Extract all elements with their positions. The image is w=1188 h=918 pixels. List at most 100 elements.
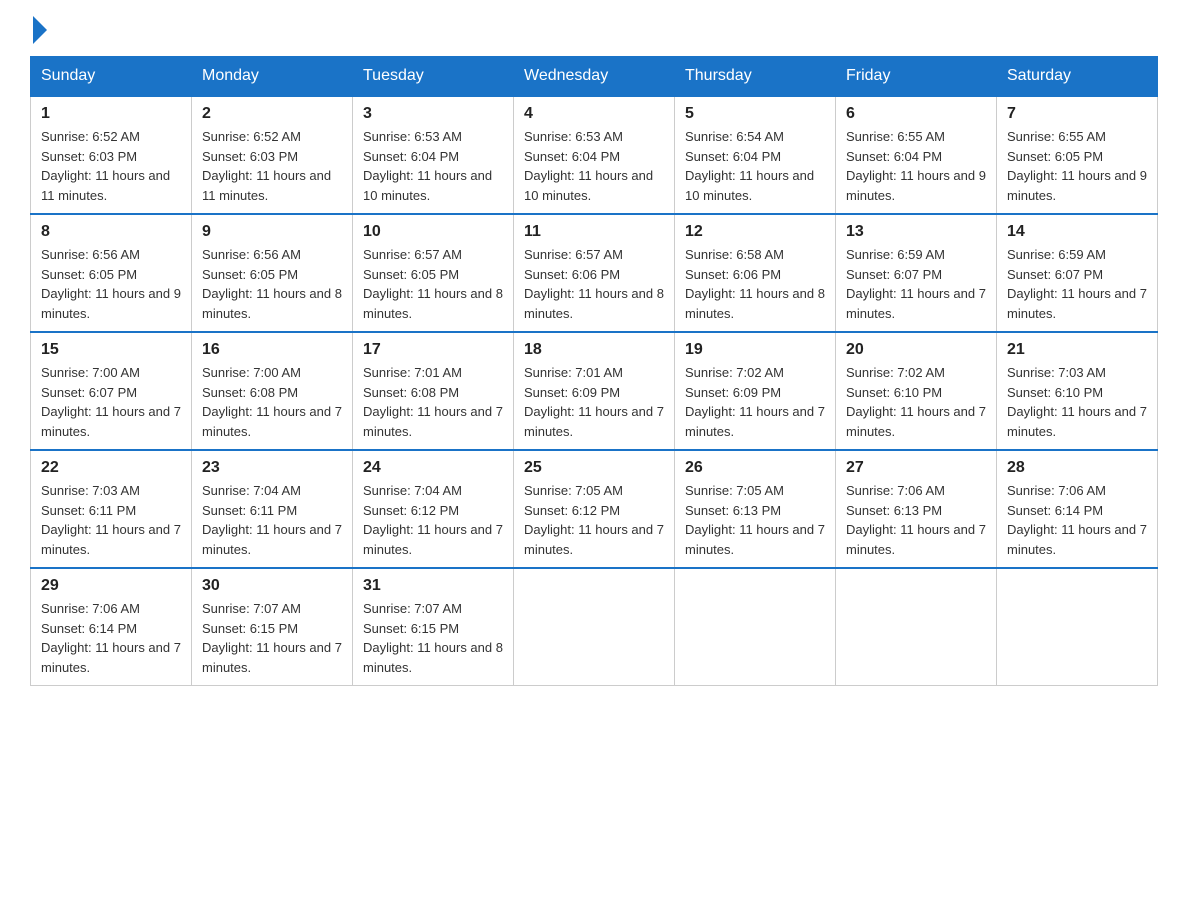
day-info: Sunrise: 6:57 AM Sunset: 6:05 PM Dayligh… [363, 245, 503, 323]
day-number: 7 [1007, 105, 1147, 123]
day-info: Sunrise: 6:55 AM Sunset: 6:05 PM Dayligh… [1007, 127, 1147, 205]
day-number: 12 [685, 223, 825, 241]
week-row-3: 15 Sunrise: 7:00 AM Sunset: 6:07 PM Dayl… [31, 332, 1158, 450]
day-number: 16 [202, 341, 342, 359]
day-info: Sunrise: 6:54 AM Sunset: 6:04 PM Dayligh… [685, 127, 825, 205]
day-number: 28 [1007, 459, 1147, 477]
day-number: 25 [524, 459, 664, 477]
day-number: 13 [846, 223, 986, 241]
calendar-cell: 2 Sunrise: 6:52 AM Sunset: 6:03 PM Dayli… [192, 96, 353, 214]
day-number: 6 [846, 105, 986, 123]
calendar-header-row: SundayMondayTuesdayWednesdayThursdayFrid… [31, 57, 1158, 97]
calendar-cell: 23 Sunrise: 7:04 AM Sunset: 6:11 PM Dayl… [192, 450, 353, 568]
calendar-cell: 4 Sunrise: 6:53 AM Sunset: 6:04 PM Dayli… [514, 96, 675, 214]
column-header-thursday: Thursday [675, 57, 836, 97]
day-info: Sunrise: 7:00 AM Sunset: 6:08 PM Dayligh… [202, 363, 342, 441]
day-info: Sunrise: 6:52 AM Sunset: 6:03 PM Dayligh… [202, 127, 342, 205]
day-number: 27 [846, 459, 986, 477]
column-header-sunday: Sunday [31, 57, 192, 97]
calendar-cell: 30 Sunrise: 7:07 AM Sunset: 6:15 PM Dayl… [192, 568, 353, 686]
calendar-cell: 28 Sunrise: 7:06 AM Sunset: 6:14 PM Dayl… [997, 450, 1158, 568]
day-number: 24 [363, 459, 503, 477]
day-info: Sunrise: 7:03 AM Sunset: 6:11 PM Dayligh… [41, 481, 181, 559]
calendar-cell: 19 Sunrise: 7:02 AM Sunset: 6:09 PM Dayl… [675, 332, 836, 450]
day-info: Sunrise: 6:55 AM Sunset: 6:04 PM Dayligh… [846, 127, 986, 205]
day-info: Sunrise: 7:00 AM Sunset: 6:07 PM Dayligh… [41, 363, 181, 441]
calendar-cell: 13 Sunrise: 6:59 AM Sunset: 6:07 PM Dayl… [836, 214, 997, 332]
calendar-cell: 5 Sunrise: 6:54 AM Sunset: 6:04 PM Dayli… [675, 96, 836, 214]
day-info: Sunrise: 7:03 AM Sunset: 6:10 PM Dayligh… [1007, 363, 1147, 441]
calendar-cell: 31 Sunrise: 7:07 AM Sunset: 6:15 PM Dayl… [353, 568, 514, 686]
day-number: 21 [1007, 341, 1147, 359]
day-info: Sunrise: 7:07 AM Sunset: 6:15 PM Dayligh… [363, 599, 503, 677]
day-info: Sunrise: 7:05 AM Sunset: 6:13 PM Dayligh… [685, 481, 825, 559]
day-info: Sunrise: 7:02 AM Sunset: 6:10 PM Dayligh… [846, 363, 986, 441]
column-header-friday: Friday [836, 57, 997, 97]
calendar-cell: 27 Sunrise: 7:06 AM Sunset: 6:13 PM Dayl… [836, 450, 997, 568]
column-header-tuesday: Tuesday [353, 57, 514, 97]
column-header-monday: Monday [192, 57, 353, 97]
day-info: Sunrise: 6:57 AM Sunset: 6:06 PM Dayligh… [524, 245, 664, 323]
day-number: 14 [1007, 223, 1147, 241]
calendar-cell: 21 Sunrise: 7:03 AM Sunset: 6:10 PM Dayl… [997, 332, 1158, 450]
calendar-cell: 15 Sunrise: 7:00 AM Sunset: 6:07 PM Dayl… [31, 332, 192, 450]
calendar-cell [997, 568, 1158, 686]
day-info: Sunrise: 7:01 AM Sunset: 6:08 PM Dayligh… [363, 363, 503, 441]
calendar-cell: 8 Sunrise: 6:56 AM Sunset: 6:05 PM Dayli… [31, 214, 192, 332]
day-number: 22 [41, 459, 181, 477]
calendar-cell: 17 Sunrise: 7:01 AM Sunset: 6:08 PM Dayl… [353, 332, 514, 450]
day-info: Sunrise: 6:52 AM Sunset: 6:03 PM Dayligh… [41, 127, 181, 205]
day-info: Sunrise: 6:53 AM Sunset: 6:04 PM Dayligh… [524, 127, 664, 205]
calendar-cell: 25 Sunrise: 7:05 AM Sunset: 6:12 PM Dayl… [514, 450, 675, 568]
day-number: 30 [202, 577, 342, 595]
day-number: 19 [685, 341, 825, 359]
calendar-cell [675, 568, 836, 686]
week-row-5: 29 Sunrise: 7:06 AM Sunset: 6:14 PM Dayl… [31, 568, 1158, 686]
week-row-1: 1 Sunrise: 6:52 AM Sunset: 6:03 PM Dayli… [31, 96, 1158, 214]
logo [30, 20, 47, 38]
calendar-cell: 10 Sunrise: 6:57 AM Sunset: 6:05 PM Dayl… [353, 214, 514, 332]
day-number: 11 [524, 223, 664, 241]
calendar-cell: 7 Sunrise: 6:55 AM Sunset: 6:05 PM Dayli… [997, 96, 1158, 214]
calendar-cell: 6 Sunrise: 6:55 AM Sunset: 6:04 PM Dayli… [836, 96, 997, 214]
day-number: 4 [524, 105, 664, 123]
calendar-cell: 1 Sunrise: 6:52 AM Sunset: 6:03 PM Dayli… [31, 96, 192, 214]
day-info: Sunrise: 7:02 AM Sunset: 6:09 PM Dayligh… [685, 363, 825, 441]
calendar-cell: 16 Sunrise: 7:00 AM Sunset: 6:08 PM Dayl… [192, 332, 353, 450]
week-row-2: 8 Sunrise: 6:56 AM Sunset: 6:05 PM Dayli… [31, 214, 1158, 332]
logo-triangle-icon [33, 16, 47, 44]
day-number: 15 [41, 341, 181, 359]
day-info: Sunrise: 6:58 AM Sunset: 6:06 PM Dayligh… [685, 245, 825, 323]
calendar-cell: 18 Sunrise: 7:01 AM Sunset: 6:09 PM Dayl… [514, 332, 675, 450]
calendar-cell: 29 Sunrise: 7:06 AM Sunset: 6:14 PM Dayl… [31, 568, 192, 686]
calendar-cell: 24 Sunrise: 7:04 AM Sunset: 6:12 PM Dayl… [353, 450, 514, 568]
day-number: 10 [363, 223, 503, 241]
day-info: Sunrise: 7:06 AM Sunset: 6:14 PM Dayligh… [1007, 481, 1147, 559]
day-number: 3 [363, 105, 503, 123]
calendar-cell: 3 Sunrise: 6:53 AM Sunset: 6:04 PM Dayli… [353, 96, 514, 214]
day-number: 2 [202, 105, 342, 123]
calendar-cell [514, 568, 675, 686]
day-number: 9 [202, 223, 342, 241]
day-info: Sunrise: 6:53 AM Sunset: 6:04 PM Dayligh… [363, 127, 503, 205]
day-number: 8 [41, 223, 181, 241]
day-info: Sunrise: 7:04 AM Sunset: 6:12 PM Dayligh… [363, 481, 503, 559]
day-number: 17 [363, 341, 503, 359]
day-number: 5 [685, 105, 825, 123]
column-header-saturday: Saturday [997, 57, 1158, 97]
day-info: Sunrise: 6:56 AM Sunset: 6:05 PM Dayligh… [202, 245, 342, 323]
calendar-cell: 9 Sunrise: 6:56 AM Sunset: 6:05 PM Dayli… [192, 214, 353, 332]
column-header-wednesday: Wednesday [514, 57, 675, 97]
day-info: Sunrise: 6:59 AM Sunset: 6:07 PM Dayligh… [1007, 245, 1147, 323]
day-number: 26 [685, 459, 825, 477]
day-info: Sunrise: 6:56 AM Sunset: 6:05 PM Dayligh… [41, 245, 181, 323]
calendar-cell: 11 Sunrise: 6:57 AM Sunset: 6:06 PM Dayl… [514, 214, 675, 332]
day-number: 1 [41, 105, 181, 123]
day-info: Sunrise: 7:06 AM Sunset: 6:13 PM Dayligh… [846, 481, 986, 559]
page-header [30, 20, 1158, 38]
calendar-cell [836, 568, 997, 686]
day-number: 23 [202, 459, 342, 477]
day-number: 18 [524, 341, 664, 359]
day-info: Sunrise: 7:04 AM Sunset: 6:11 PM Dayligh… [202, 481, 342, 559]
calendar-cell: 20 Sunrise: 7:02 AM Sunset: 6:10 PM Dayl… [836, 332, 997, 450]
